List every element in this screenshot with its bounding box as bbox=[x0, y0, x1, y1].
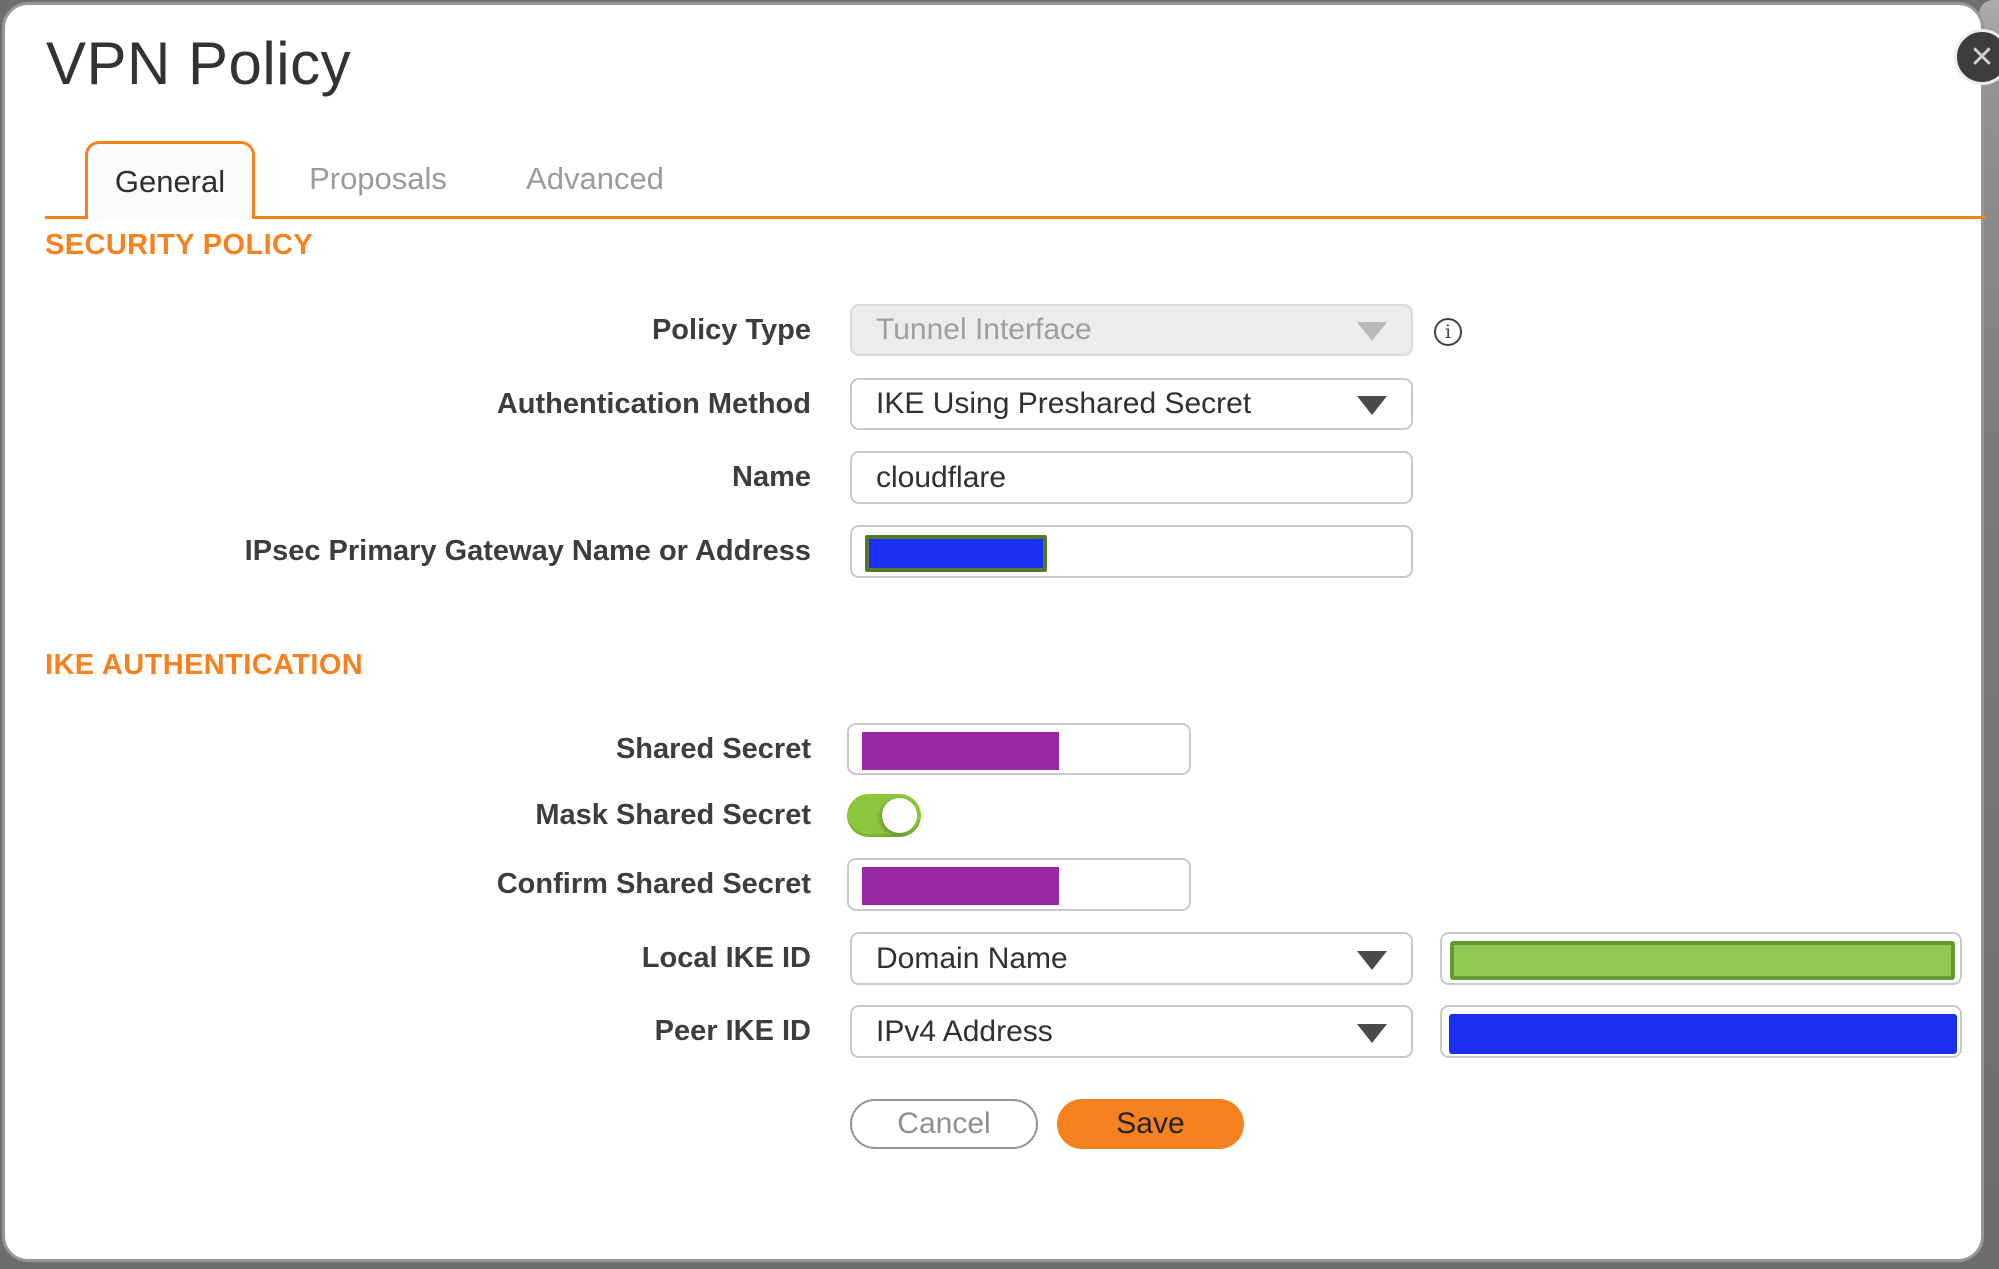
policy-type-label: Policy Type bbox=[651, 313, 811, 346]
authentication-method-label: Authentication Method bbox=[496, 387, 811, 420]
peer-ike-id-value-input[interactable] bbox=[1440, 1005, 1962, 1058]
peer-ike-id-select[interactable]: IPv4 Address bbox=[850, 1005, 1413, 1058]
name-input[interactable]: cloudflare bbox=[850, 451, 1413, 504]
authentication-method-select[interactable]: IKE Using Preshared Secret bbox=[850, 378, 1413, 430]
save-button-label: Save bbox=[1116, 1107, 1185, 1140]
peer-ike-id-label: Peer IKE ID bbox=[654, 1015, 811, 1047]
section-security-policy: SECURITY POLICY bbox=[45, 229, 314, 261]
redacted-peer-ike-id-value bbox=[1449, 1014, 1957, 1054]
shared-secret-label: Shared Secret bbox=[615, 732, 811, 765]
authentication-method-value: IKE Using Preshared Secret bbox=[876, 387, 1252, 420]
redacted-local-ike-id-value bbox=[1450, 941, 1955, 980]
caret-down-icon bbox=[1357, 322, 1387, 341]
policy-type-value: Tunnel Interface bbox=[876, 313, 1092, 346]
ipsec-primary-gateway-input[interactable] bbox=[850, 525, 1413, 578]
cancel-button-label: Cancel bbox=[897, 1107, 991, 1140]
caret-down-icon bbox=[1357, 950, 1387, 970]
info-icon[interactable]: i bbox=[1434, 318, 1462, 346]
local-ike-id-select[interactable]: Domain Name bbox=[850, 932, 1413, 985]
ipsec-primary-gateway-label: IPsec Primary Gateway Name or Address bbox=[244, 535, 811, 567]
confirm-shared-secret-input[interactable] bbox=[847, 858, 1191, 911]
redacted-shared-secret-value bbox=[862, 732, 1059, 770]
redacted-gateway-value bbox=[865, 535, 1047, 572]
name-value: cloudflare bbox=[876, 460, 1007, 494]
redacted-confirm-shared-secret-value bbox=[862, 867, 1059, 905]
vpn-policy-dialog: VPN Policy General Proposals Advanced SE… bbox=[2, 2, 1986, 1262]
policy-type-select: Tunnel Interface bbox=[850, 304, 1413, 356]
mask-shared-secret-toggle[interactable] bbox=[847, 794, 921, 837]
local-ike-id-label: Local IKE ID bbox=[641, 942, 811, 974]
caret-down-icon bbox=[1357, 1023, 1387, 1043]
toggle-knob bbox=[882, 798, 917, 833]
peer-ike-id-value: IPv4 Address bbox=[876, 1014, 1053, 1048]
shared-secret-input[interactable] bbox=[847, 723, 1191, 775]
tab-advanced-label: Advanced bbox=[526, 161, 664, 196]
page-title: VPN Policy bbox=[46, 30, 352, 97]
name-label: Name bbox=[732, 461, 811, 493]
tab-proposals[interactable]: Proposals bbox=[303, 142, 453, 216]
mask-shared-secret-label: Mask Shared Secret bbox=[535, 799, 811, 831]
tab-general-label: General bbox=[114, 163, 226, 199]
section-ike-authentication: IKE AUTHENTICATION bbox=[45, 649, 364, 681]
tab-underline bbox=[45, 216, 1986, 219]
save-button[interactable]: Save bbox=[1057, 1099, 1244, 1149]
close-icon: ✕ bbox=[1969, 40, 1995, 74]
caret-down-icon bbox=[1357, 396, 1387, 415]
tab-advanced[interactable]: Advanced bbox=[520, 142, 670, 216]
local-ike-id-value: Domain Name bbox=[876, 941, 1068, 975]
confirm-shared-secret-label: Confirm Shared Secret bbox=[496, 868, 811, 900]
cancel-button[interactable]: Cancel bbox=[850, 1099, 1038, 1149]
tab-proposals-label: Proposals bbox=[309, 161, 447, 196]
local-ike-id-value-input[interactable] bbox=[1440, 932, 1962, 985]
tab-general[interactable]: General bbox=[85, 141, 255, 219]
